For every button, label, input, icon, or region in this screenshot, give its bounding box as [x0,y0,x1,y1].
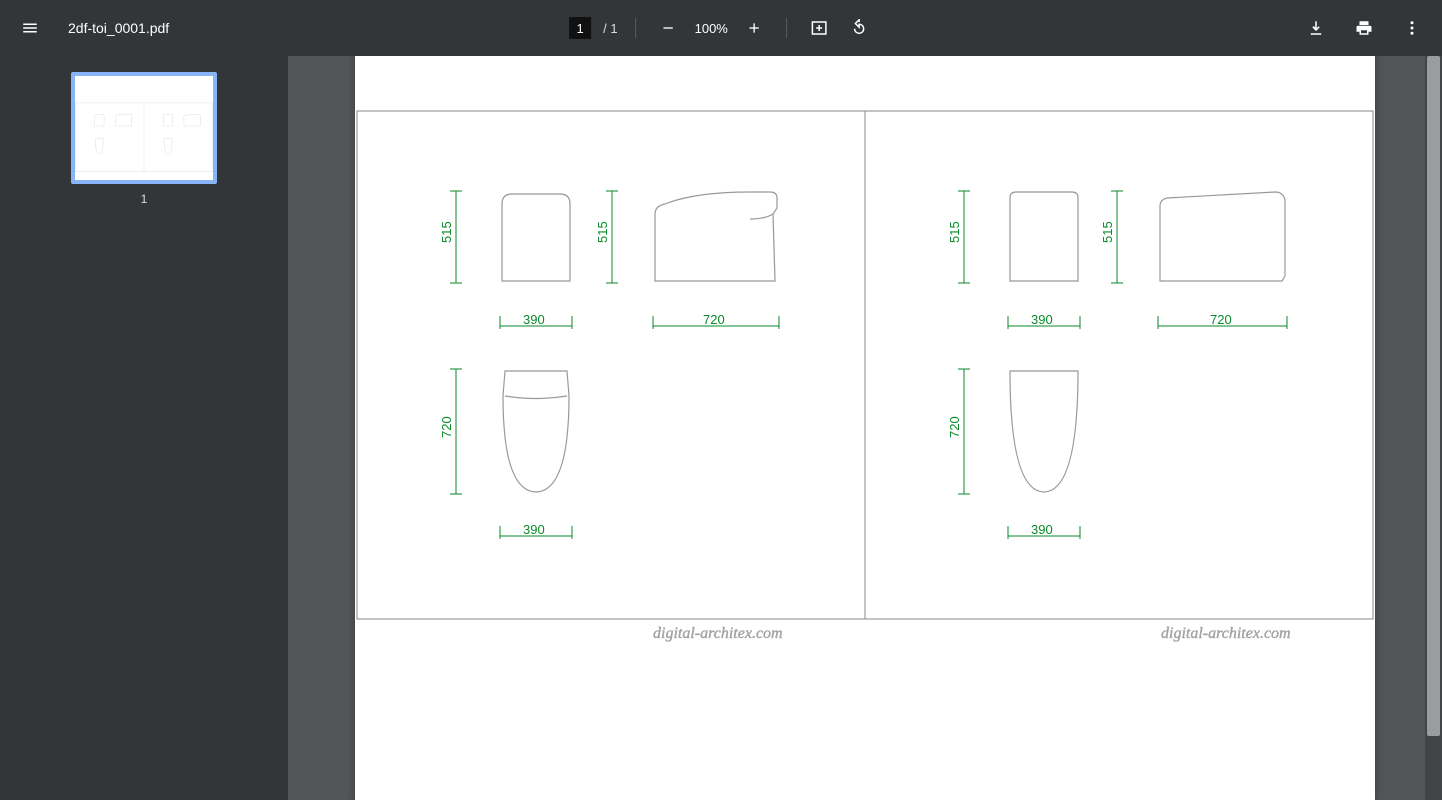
fit-page-button[interactable] [805,14,833,42]
vertical-scrollbar[interactable] [1425,56,1442,800]
top-view-left: 720 390 [439,369,572,539]
front-view-right: 515 390 [947,191,1080,329]
pdf-toolbar: 2df-toi_0001.pdf / 1 100% [0,0,1442,56]
zoom-level: 100% [695,21,728,36]
watermark-right: digital-architex.com [1161,625,1291,642]
side-view-right: 515 720 [1100,191,1287,329]
dim-w-side-left: 720 [703,312,725,327]
dim-w-front-left: 390 [523,312,545,327]
print-button[interactable] [1350,14,1378,42]
document-title: 2df-toi_0001.pdf [68,20,169,36]
top-view-right: 720 390 [947,369,1080,539]
page-total: / 1 [603,21,617,36]
dim-w-front-right: 390 [1031,312,1053,327]
download-button[interactable] [1302,14,1330,42]
pdf-page: 515 390 515 720 [355,56,1375,800]
dim-h-front-left: 515 [439,221,454,243]
dim-h-front-right: 515 [947,221,962,243]
zoom-in-button[interactable] [740,14,768,42]
document-viewer[interactable]: 515 390 515 720 [288,56,1442,800]
dim-h-top-left: 720 [439,416,454,438]
dim-w-top-left: 390 [523,522,545,537]
thumbnail-page-number: 1 [141,192,148,206]
dim-h-top-right: 720 [947,416,962,438]
menu-icon[interactable] [16,14,44,42]
watermark-left: digital-architex.com [653,625,783,642]
page-thumbnail[interactable] [71,72,217,184]
dim-w-top-right: 390 [1031,522,1053,537]
side-view-left: 515 720 [595,191,779,329]
dim-w-side-right: 720 [1210,312,1232,327]
toolbar-separator [636,18,637,38]
content-area: 1 515 3 [0,56,1442,800]
more-menu-icon[interactable] [1398,14,1426,42]
front-view-left: 515 390 [439,191,572,329]
zoom-out-button[interactable] [655,14,683,42]
rotate-button[interactable] [845,14,873,42]
dim-h-side-right: 515 [1100,221,1115,243]
page-number-input[interactable] [569,17,591,39]
thumbnail-sidebar: 1 [0,56,288,800]
scrollbar-thumb[interactable] [1427,56,1440,736]
toolbar-separator [786,18,787,38]
dim-h-side-left: 515 [595,221,610,243]
